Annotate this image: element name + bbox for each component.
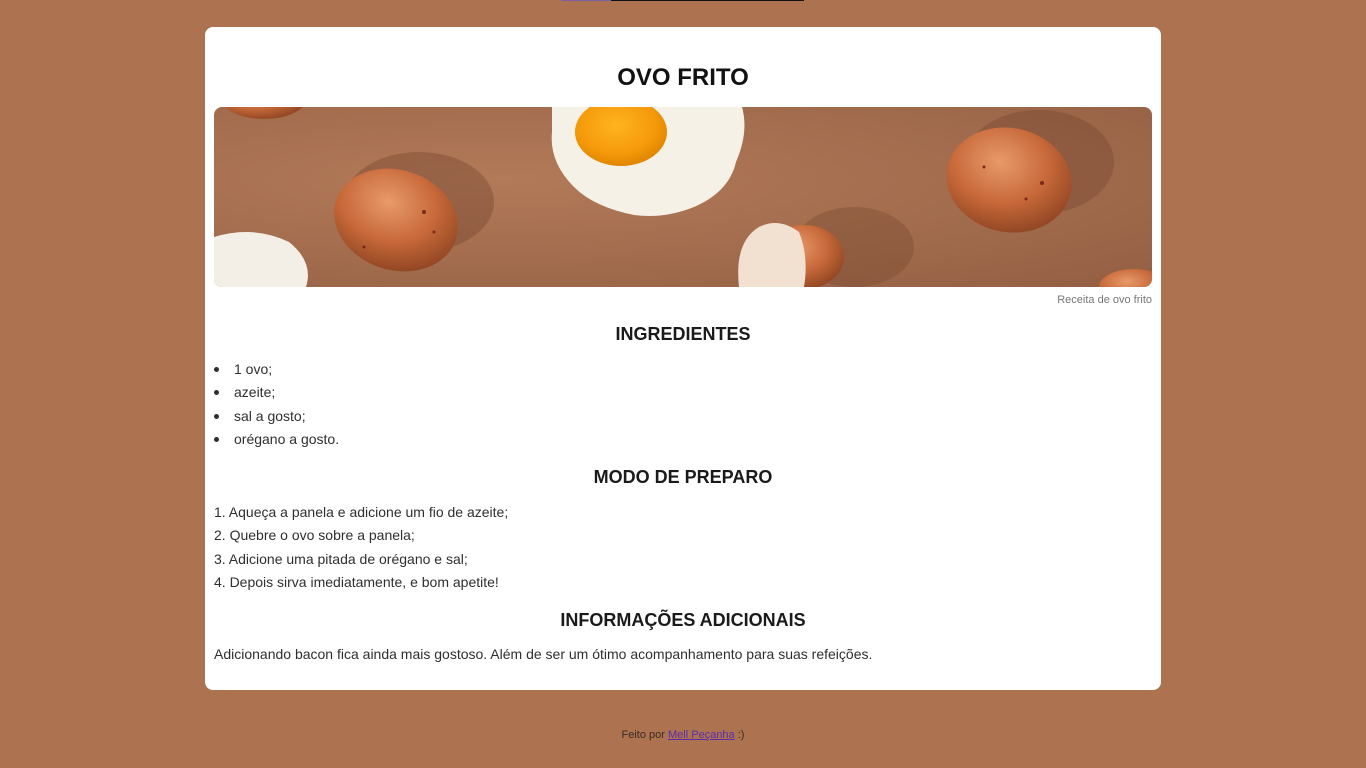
page-footer: Feito por Mell Peçanha :) — [0, 729, 1366, 741]
list-item: sal a gosto; — [214, 405, 339, 428]
image-caption: Receita de ovo frito — [1057, 294, 1152, 306]
author-link[interactable]: Mell Peçanha — [668, 729, 735, 741]
footer-prefix: Feito por — [621, 729, 665, 741]
list-item: 1 ovo; — [214, 358, 339, 381]
list-item: azeite; — [214, 381, 339, 404]
top-bar-accent — [561, 0, 611, 1]
info-text: Adicionando bacon fica ainda mais gostos… — [214, 646, 873, 662]
fried-egg-photo-icon — [214, 107, 1152, 287]
top-scroll-indicator — [561, 0, 804, 1]
list-item: 2. Quebre o ovo sobre a panela; — [214, 527, 415, 544]
list-item: 1. Aqueça a panela e adicione um fio de … — [214, 504, 509, 520]
info-heading: INFORMAÇÕES ADICIONAIS — [560, 610, 806, 630]
top-bar-line — [611, 0, 804, 1]
recipe-hero-image — [214, 107, 1152, 287]
list-item: 3. Adicione uma pitada de orégano e sal; — [214, 550, 468, 567]
recipe-card: OVO FRITO Receita de ovo frito INGREDIEN… — [205, 27, 1161, 690]
steps-heading: MODO DE PREPARO — [593, 467, 773, 487]
list-item: 4. Depois sirva imediatamente, e bom ape… — [214, 573, 499, 590]
ingredients-list: 1 ovo; azeite; sal a gosto; orégano a go… — [214, 358, 339, 451]
recipe-title: OVO FRITO — [617, 64, 749, 91]
list-item: orégano a gosto. — [214, 428, 339, 451]
ingredients-heading: INGREDIENTES — [615, 324, 751, 344]
footer-suffix: :) — [737, 729, 745, 741]
steps-list: 1. Aqueça a panela e adicione um fio de … — [214, 501, 508, 594]
